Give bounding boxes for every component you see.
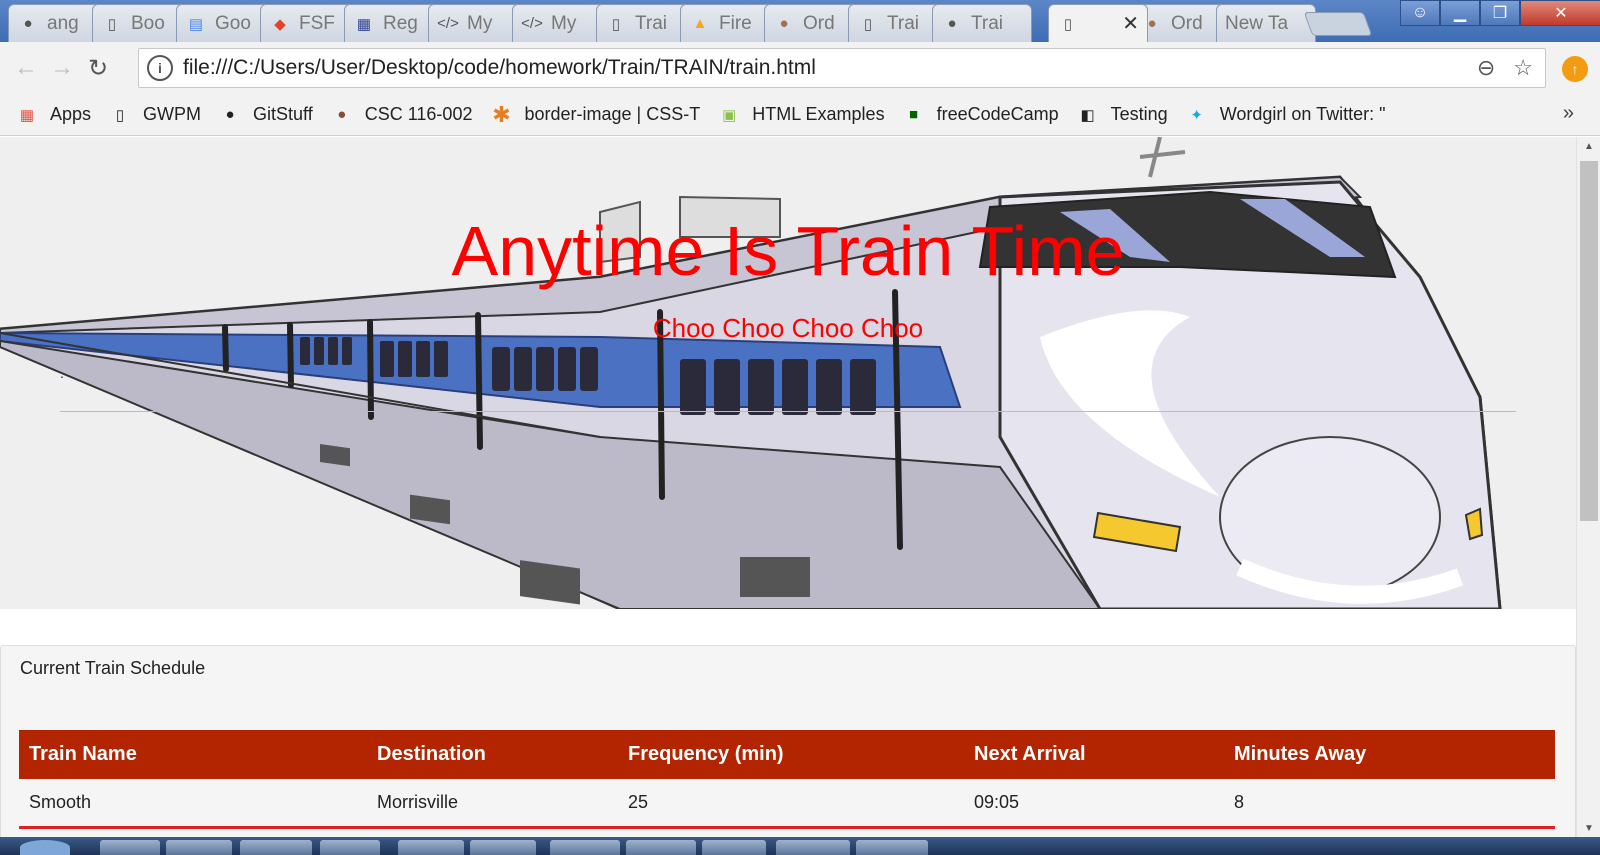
document-icon: ▯ xyxy=(611,15,621,33)
reload-icon[interactable]: ↻ xyxy=(80,50,116,86)
bookmark-html-examples[interactable]: ▣ HTML Examples xyxy=(718,104,884,126)
cell-frequency: 25 xyxy=(618,779,964,829)
cell-train-name: Smooth xyxy=(19,779,367,829)
bookmark-gitstuff[interactable]: ● GitStuff xyxy=(219,104,313,126)
maximize-button[interactable]: ❐ xyxy=(1480,0,1520,26)
bullet-train-illustration xyxy=(0,137,1502,609)
dmv-icon: ▦ xyxy=(356,15,372,33)
code-icon: </> xyxy=(521,15,543,32)
twitter-icon: ✦ xyxy=(1190,106,1203,124)
asterisk-icon: ✱ xyxy=(492,101,511,127)
page-title: Anytime Is Train Time xyxy=(451,212,1125,290)
column-header: Next Arrival xyxy=(974,743,1086,765)
address-bar[interactable]: i file:///C:/Users/User/Desktop/code/hom… xyxy=(138,48,1546,88)
window-controls: ☺ ▁ ❐ ✕ xyxy=(1400,0,1600,26)
code-icon: </> xyxy=(437,15,459,32)
bookmarks-more-icon[interactable]: » xyxy=(1563,102,1574,125)
vertical-scrollbar[interactable]: ▲ ▼ xyxy=(1576,137,1600,837)
github-icon: ● xyxy=(225,106,235,123)
page-subtitle: Choo Choo Choo Choo xyxy=(652,313,924,343)
bookmark-csc[interactable]: ● CSC 116-002 xyxy=(331,104,472,126)
w3-icon: ▣ xyxy=(722,106,737,124)
bookmark-gwpm[interactable]: ▯ GWPM xyxy=(109,104,201,126)
forward-arrow-icon[interactable]: → xyxy=(44,50,80,86)
stray-text: . xyxy=(60,365,64,381)
firebase-icon: ▲ xyxy=(692,15,708,32)
document-icon: ▯ xyxy=(115,106,125,124)
gitlab-icon: ◆ xyxy=(274,15,286,33)
bookmark-apps[interactable]: ▦ Apps xyxy=(16,104,91,126)
page-viewport: Anytime Is Train Time Choo Choo Choo Cho… xyxy=(0,137,1576,837)
close-tab-icon[interactable]: ✕ xyxy=(1122,11,1139,36)
schedule-table: Train Name Destination Frequency (min) N… xyxy=(19,730,1555,829)
close-window-button[interactable]: ✕ xyxy=(1520,0,1600,26)
taskbar-app[interactable] xyxy=(470,840,536,855)
scroll-down-icon[interactable]: ▼ xyxy=(1577,819,1600,837)
browser-tab[interactable]: New Ta xyxy=(1216,4,1316,42)
browser-toolbar: ← → ↻ i file:///C:/Users/User/Desktop/co… xyxy=(0,42,1600,94)
cell-destination: Morrisville xyxy=(367,779,618,829)
bookmark-freecodecamp[interactable]: ■ freeCodeCamp xyxy=(903,104,1059,126)
column-header: Frequency (min) xyxy=(628,743,784,765)
browser-tab-active[interactable]: ▯ ✕ xyxy=(1048,4,1148,42)
apps-grid-icon: ▦ xyxy=(19,106,35,124)
start-button[interactable] xyxy=(20,840,70,855)
zoom-icon[interactable]: ⊖ xyxy=(1477,55,1495,81)
bookmark-border-image[interactable]: ✱ border-image | CSS-T xyxy=(490,101,700,127)
url-text[interactable]: file:///C:/Users/User/Desktop/code/homew… xyxy=(183,56,816,80)
taskbar-app[interactable] xyxy=(856,840,928,855)
os-taskbar xyxy=(0,837,1600,855)
browser-tab[interactable]: ● Trai xyxy=(932,4,1032,42)
document-icon: ▯ xyxy=(107,15,117,33)
schedule-panel: Current Train Schedule Train Name Destin… xyxy=(0,645,1576,837)
taskbar-app[interactable] xyxy=(776,840,850,855)
hero-banner: Anytime Is Train Time Choo Choo Choo Cho… xyxy=(0,137,1576,609)
github-icon: ● xyxy=(23,15,33,32)
bookmarks-bar: ▦ Apps ▯ GWPM ● GitStuff ● CSC 116-002 ✱ bord… xyxy=(0,94,1600,136)
document-icon: ▯ xyxy=(863,15,873,33)
csc-icon: ● xyxy=(337,106,347,123)
freecodecamp-icon: ■ xyxy=(909,106,919,123)
update-icon[interactable]: ↑ xyxy=(1562,56,1588,82)
table-row: Smooth Morrisville 25 09:05 8 xyxy=(19,779,1555,829)
column-header: Destination xyxy=(377,743,486,765)
scroll-thumb[interactable] xyxy=(1580,161,1598,521)
taskbar-app[interactable] xyxy=(702,840,766,855)
google-docs-icon: ▤ xyxy=(188,15,204,33)
github-icon: ● xyxy=(947,15,957,32)
new-tab-button[interactable] xyxy=(1303,12,1373,36)
info-icon[interactable]: i xyxy=(147,55,173,81)
document-icon: ▯ xyxy=(1063,15,1073,33)
cell-next-arrival: 09:05 xyxy=(964,779,1224,829)
divider xyxy=(60,411,1516,412)
profile-icon[interactable]: ☺ xyxy=(1400,0,1440,26)
testing-icon: ◧ xyxy=(1080,106,1095,124)
cell-minutes-away: 8 xyxy=(1224,779,1555,829)
tab-strip: ● ang ▯ Boo ▤ Goo ◆ FSF ▦ Reg </> My </> My ▯ Tr… xyxy=(0,0,1600,42)
table-header-row: Train Name Destination Frequency (min) N… xyxy=(19,730,1555,779)
taskbar-app[interactable] xyxy=(166,840,232,855)
taskbar-app[interactable] xyxy=(398,840,464,855)
scroll-up-icon[interactable]: ▲ xyxy=(1577,137,1600,155)
taskbar-app[interactable] xyxy=(320,840,380,855)
taskbar-app[interactable] xyxy=(100,840,160,855)
bookmark-testing[interactable]: ◧ Testing xyxy=(1077,104,1168,126)
taskbar-app[interactable] xyxy=(626,840,696,855)
taskbar-app[interactable] xyxy=(240,840,312,855)
ordinance-icon: ● xyxy=(779,15,789,32)
column-header: Minutes Away xyxy=(1234,743,1367,765)
taskbar-app[interactable] xyxy=(550,840,620,855)
back-arrow-icon[interactable]: ← xyxy=(8,50,44,86)
bookmark-wordgirl[interactable]: ✦ Wordgirl on Twitter: " xyxy=(1186,104,1385,126)
minimize-button[interactable]: ▁ xyxy=(1440,0,1480,26)
schedule-heading: Current Train Schedule xyxy=(20,658,206,678)
star-bookmark-icon[interactable]: ☆ xyxy=(1513,55,1533,81)
column-header: Train Name xyxy=(29,743,137,765)
